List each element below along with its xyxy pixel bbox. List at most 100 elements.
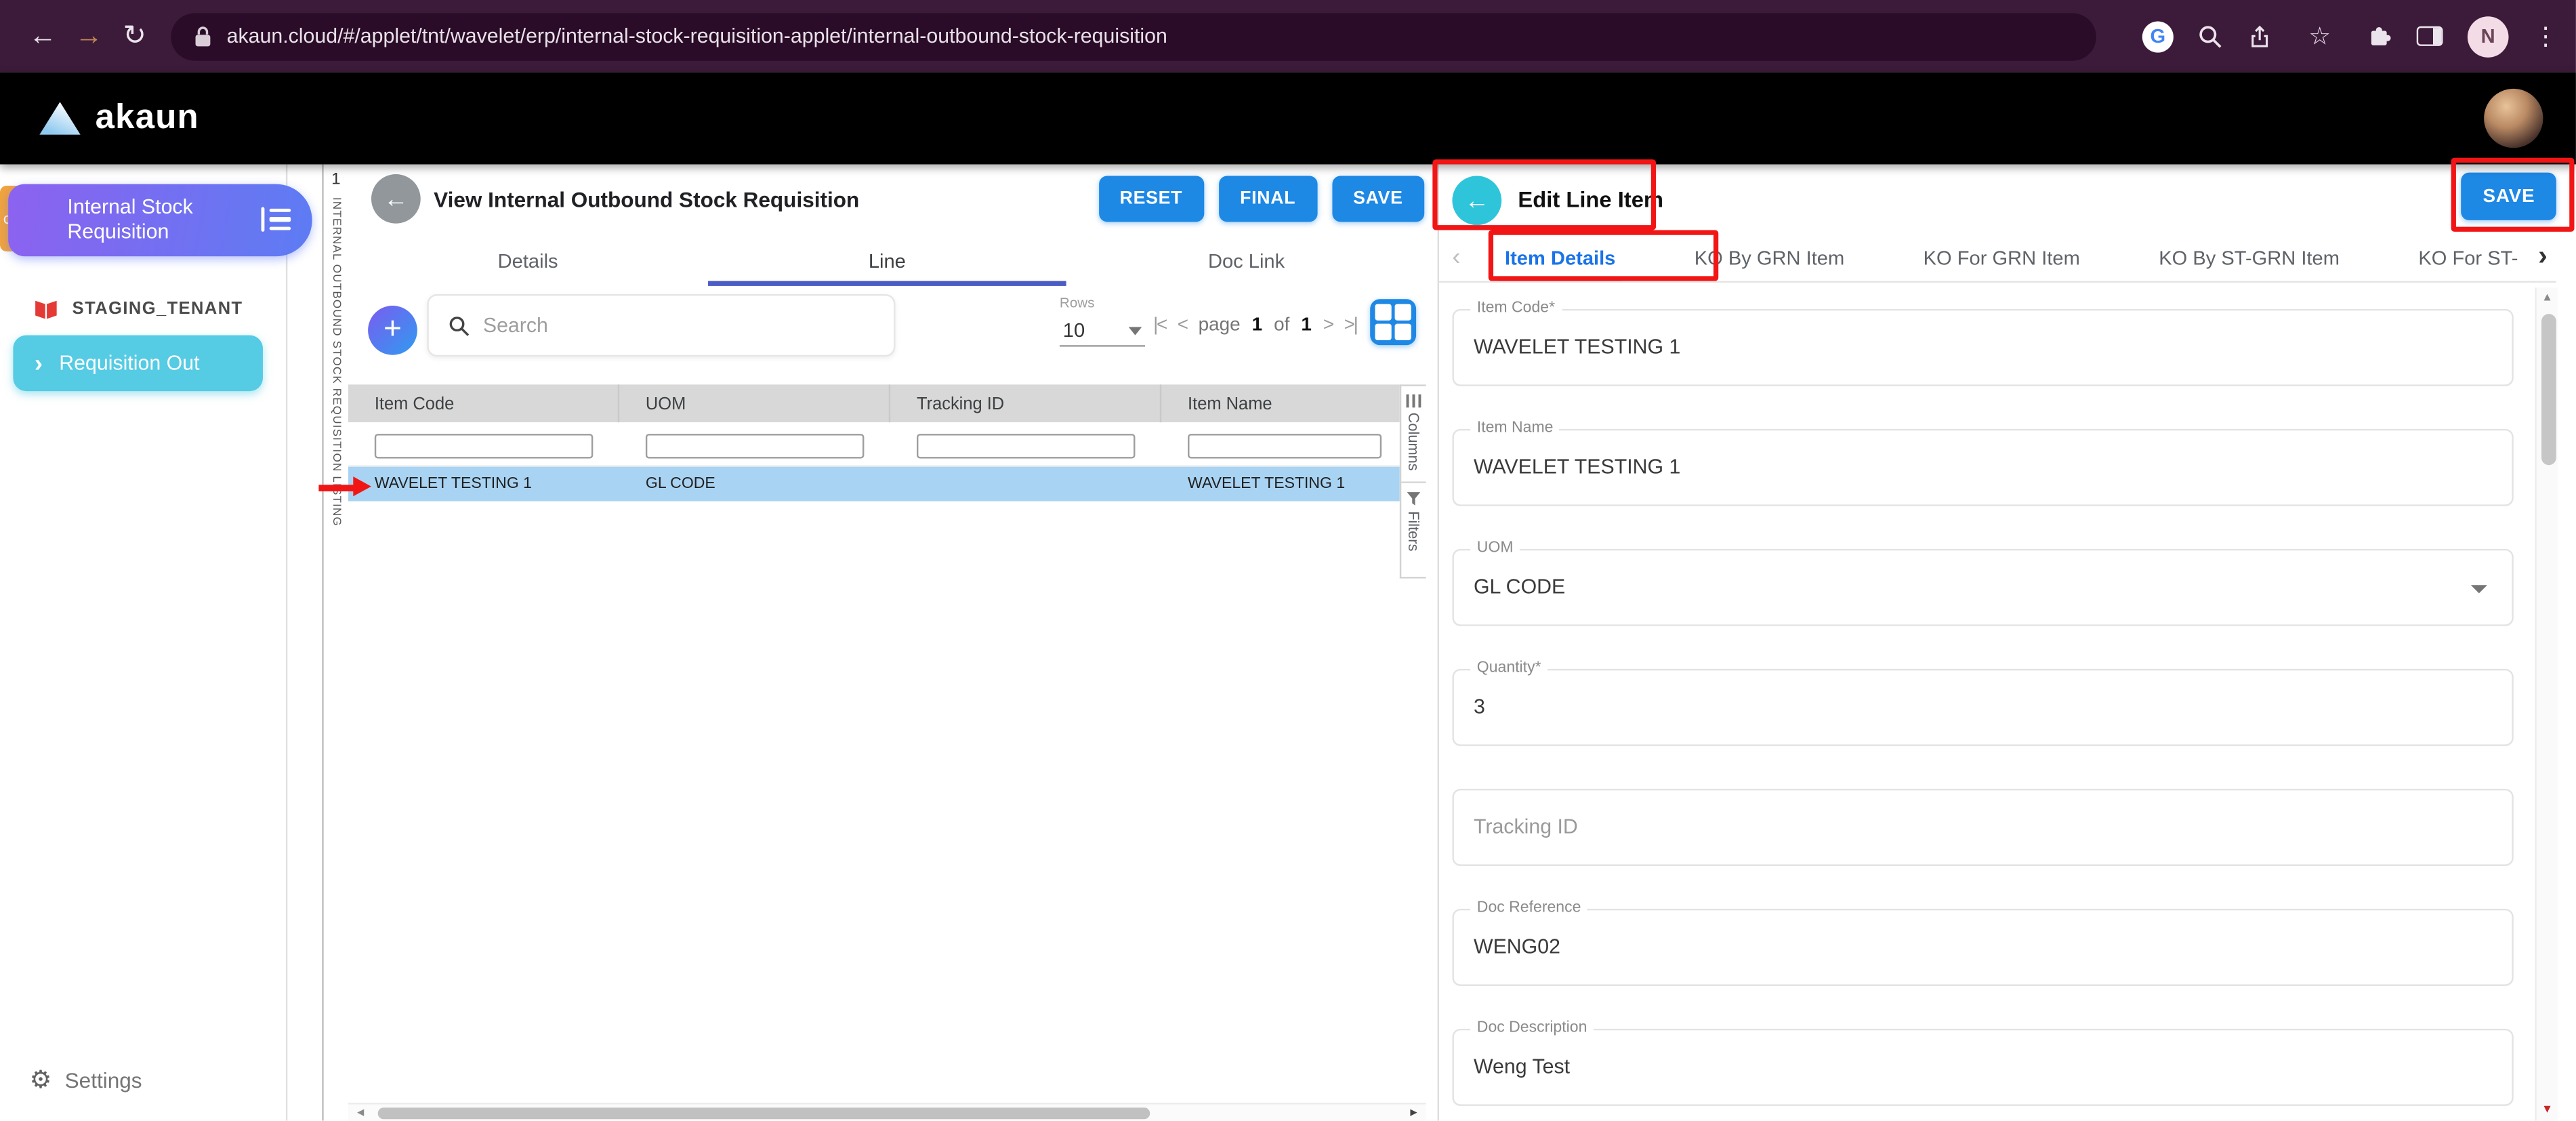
columns-toggle[interactable]: Columns (1401, 386, 1426, 483)
vertical-strip: 1 INTERNAL OUTBOUND STOCK REQUISITION LI… (287, 164, 348, 1120)
main-area: ogo Internal Stock Requisition STAGING_T… (0, 164, 2576, 1120)
doc-description-field[interactable]: Doc Description Weng Test (1452, 1029, 2513, 1106)
final-button[interactable]: FINAL (1219, 176, 1317, 222)
filter-input-tracking-id[interactable] (917, 433, 1135, 457)
rows-per-page-select[interactable]: Rows 10 (1060, 294, 1145, 347)
item-name-field[interactable]: Item Name WAVELET TESTING 1 (1452, 429, 2513, 506)
horizontal-scrollbar-thumb[interactable] (378, 1107, 1150, 1119)
sidebar-item-requisition-out[interactable]: › Requisition Out (13, 335, 263, 391)
reset-button[interactable]: RESET (1098, 176, 1204, 222)
listing-toolbar: + Search Rows 10 |< < p (348, 286, 1426, 375)
filter-input-item-name[interactable] (1188, 433, 1382, 457)
first-page-button[interactable]: |< (1153, 316, 1166, 335)
listing-back-button[interactable]: ← (371, 174, 421, 224)
tab-item-details[interactable]: Item Details (1505, 233, 1615, 282)
column-header-uom[interactable]: UOM (619, 384, 890, 422)
last-page-button[interactable]: >| (1344, 316, 1357, 335)
column-header-item-code[interactable]: Item Code (348, 384, 619, 422)
tab-line[interactable]: Line (707, 240, 1066, 286)
tab-ko-for-st[interactable]: KO For ST- (2418, 233, 2518, 282)
next-page-button[interactable]: > (1323, 316, 1333, 335)
lock-icon (194, 26, 212, 47)
address-bar[interactable]: akaun.cloud/#/applet/tnt/wavelet/erp/int… (171, 12, 2096, 60)
filter-input-uom[interactable] (646, 433, 864, 457)
vertical-scrollbar-thumb[interactable] (2541, 314, 2556, 465)
gear-icon: ⚙ (30, 1065, 52, 1095)
google-icon[interactable]: G (2142, 20, 2174, 52)
cell-item-code: WAVELET TESTING 1 (348, 475, 619, 493)
prev-page-button[interactable]: < (1178, 316, 1187, 335)
tenant-icon (33, 295, 59, 322)
scroll-up-icon[interactable]: ▲ (2537, 293, 2558, 304)
of-word: of (1274, 316, 1289, 335)
sidebar-item-internal-stock-requisition[interactable]: Internal Stock Requisition (8, 184, 312, 257)
browser-forward-icon[interactable]: → (66, 20, 112, 52)
grid-view-button[interactable] (1370, 299, 1416, 345)
tabs-scroll-right-icon[interactable]: › (2533, 240, 2552, 272)
quantity-field[interactable]: Quantity* 3 (1452, 669, 2513, 746)
field-value: WAVELET TESTING 1 (1454, 310, 2512, 384)
rows-value: 10 (1063, 319, 1085, 342)
tab-ko-by-grn-item[interactable]: KO By GRN Item (1695, 233, 1845, 282)
scroll-down-icon[interactable]: ▼ (2537, 1104, 2558, 1116)
zoom-icon[interactable] (2198, 24, 2222, 48)
filter-input-item-code[interactable] (375, 433, 593, 457)
bookmark-star-icon[interactable]: ☆ (2297, 22, 2343, 52)
share-icon[interactable] (2247, 24, 2272, 48)
scroll-left-icon[interactable]: ◄ (355, 1107, 367, 1118)
listing-save-button[interactable]: SAVE (1332, 176, 1425, 222)
table-row[interactable]: WAVELET TESTING 1 GL CODE WAVELET TESTIN… (348, 467, 1400, 502)
akaun-logo-icon (39, 102, 81, 134)
listing-index: 1 (331, 171, 340, 189)
extensions-icon[interactable] (2367, 24, 2392, 48)
filter-funnel-icon (1407, 491, 1421, 506)
scroll-right-icon[interactable]: ► (1408, 1107, 1419, 1118)
filters-toggle[interactable]: Filters (1401, 483, 1426, 577)
editor-save-button[interactable]: SAVE (2461, 173, 2556, 220)
side-panel-icon[interactable] (2417, 26, 2443, 46)
pagination: |< < page 1 of 1 > >| (1153, 316, 1356, 335)
user-avatar[interactable] (2484, 89, 2543, 148)
browser-reload-icon[interactable]: ↻ (112, 20, 158, 52)
search-input[interactable]: Search (427, 294, 895, 356)
tracking-id-field[interactable]: Tracking ID (1452, 789, 2513, 866)
filters-label: Filters (1405, 510, 1421, 550)
tab-doc-link[interactable]: Doc Link (1066, 240, 1426, 286)
current-page: 1 (1252, 316, 1263, 335)
uom-select[interactable]: UOM GL CODE (1452, 549, 2513, 626)
collapse-menu-icon (260, 207, 291, 232)
columns-icon (1407, 394, 1421, 407)
vertical-scrollbar[interactable]: ▲ ▼ (2535, 287, 2558, 1120)
add-line-button[interactable]: + (368, 306, 417, 355)
editor-back-button[interactable]: ← (1452, 176, 1501, 225)
table-header-row: Item Code UOM Tracking ID Item Name (348, 384, 1400, 422)
tabs-scroll-left-icon[interactable]: ‹ (1452, 243, 1460, 271)
doc-reference-field[interactable]: Doc Reference WENG02 (1452, 909, 2513, 986)
settings-button[interactable]: ⚙ Settings (30, 1065, 142, 1095)
browser-menu-icon[interactable]: ⋮ (2533, 22, 2556, 52)
horizontal-scrollbar[interactable]: ◄ ► (348, 1103, 1426, 1121)
tab-ko-by-st-grn-item[interactable]: KO By ST-GRN Item (2159, 233, 2340, 282)
search-placeholder: Search (483, 314, 548, 337)
rows-label: Rows (1060, 294, 1145, 310)
tab-details[interactable]: Details (348, 240, 707, 286)
table-filter-row (348, 422, 1400, 466)
field-value: GL CODE (1454, 550, 2512, 624)
listing-title: View Internal Outbound Stock Requisition (434, 187, 859, 211)
browser-profile-avatar[interactable]: N (2468, 16, 2509, 57)
browser-back-icon[interactable]: ← (20, 20, 66, 52)
listing-pane: ← View Internal Outbound Stock Requisiti… (348, 164, 1439, 1120)
item-code-field[interactable]: Item Code* WAVELET TESTING 1 (1452, 309, 2513, 386)
column-header-tracking-id[interactable]: Tracking ID (890, 384, 1161, 422)
field-label: Quantity* (1470, 659, 1547, 677)
tenant-row[interactable]: STAGING_TENANT (33, 295, 243, 322)
column-header-item-name[interactable]: Item Name (1161, 384, 1400, 422)
table-side-tools: Columns Filters (1400, 384, 1426, 578)
listing-actions: RESET FINAL SAVE (1098, 176, 1424, 222)
applet-title: Internal Stock Requisition (67, 195, 240, 245)
screen: ← → ↻ akaun.cloud/#/applet/tnt/wavelet/e… (0, 0, 2576, 1121)
tab-ko-for-grn-item[interactable]: KO For GRN Item (1924, 233, 2080, 282)
url-text: akaun.cloud/#/applet/tnt/wavelet/erp/int… (227, 24, 1167, 47)
search-icon (449, 314, 470, 336)
listing-vertical-label: INTERNAL OUTBOUND STOCK REQUISITION LIST… (330, 197, 341, 527)
